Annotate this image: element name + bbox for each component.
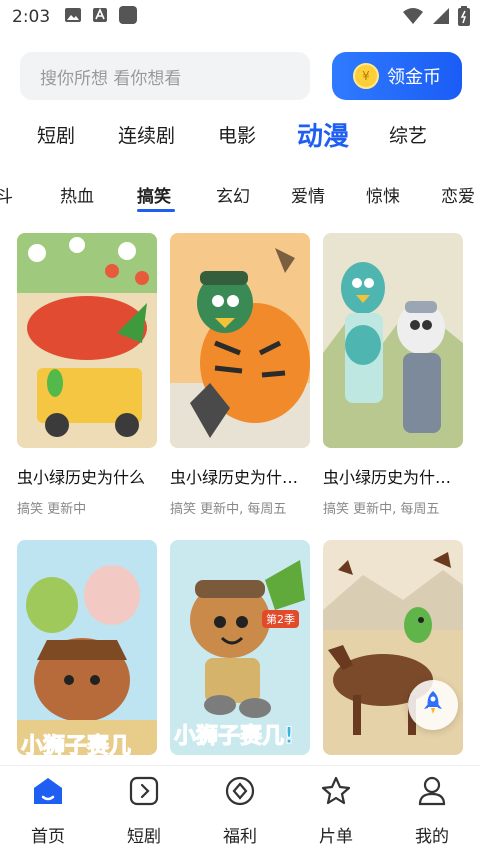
- cover-image: 第2季 小狮子赛几!: [170, 540, 310, 755]
- genre-tab-hot-blood[interactable]: 热血: [60, 182, 94, 207]
- tab-short-drama[interactable]: 短剧: [37, 121, 75, 148]
- cover-image: [323, 233, 463, 448]
- home-icon: [32, 776, 64, 810]
- genre-tab[interactable]: 斗: [0, 182, 13, 207]
- font-icon: [92, 7, 108, 27]
- cover-title-text: 小狮子赛几: [20, 734, 132, 756]
- card-meta: 搞笑 更新中, 每周五: [170, 502, 287, 517]
- video-card[interactable]: 第2季 小狮子赛几!: [170, 540, 310, 781]
- wifi-icon: [402, 7, 424, 29]
- card-meta: 搞笑 更新中, 每周五: [323, 502, 440, 517]
- genre-tab-romance[interactable]: 恋爱: [441, 182, 475, 207]
- video-card[interactable]: 虫小绿历史为什… 搞笑 更新中, 每周五: [170, 233, 310, 517]
- tab-movie[interactable]: 电影: [218, 121, 256, 148]
- claim-coins-label: 领金币: [387, 67, 441, 88]
- cover-image: 小狮子赛几: [17, 540, 157, 755]
- claim-coins-button[interactable]: ¥ 领金币: [332, 52, 462, 100]
- star-icon: [321, 776, 351, 810]
- genre-tab-love[interactable]: 爱情: [291, 182, 325, 207]
- cover-image: [17, 233, 157, 448]
- category-tabs: 短剧 连续剧 电影 动漫 综艺: [0, 112, 480, 156]
- genre-tabs: 斗 热血 搞笑 玄幻 爱情 惊悚 恋爱: [0, 178, 480, 214]
- card-title: 虫小绿历史为什…: [170, 468, 299, 487]
- video-card[interactable]: 虫小绿历史为什… 搞笑 更新中, 每周五: [323, 233, 463, 517]
- gift-icon: [225, 776, 255, 810]
- status-time: 2:03: [12, 7, 51, 27]
- cover-title-text: 小狮子赛几!: [173, 724, 295, 750]
- tab-series[interactable]: 连续剧: [118, 121, 175, 148]
- nav-home-label: 首页: [31, 827, 65, 847]
- genre-tab-fantasy[interactable]: 玄幻: [216, 182, 250, 207]
- card-title: 虫小绿历史为什么: [17, 468, 146, 487]
- bottom-navigation: 首页 短剧 福利 片单 我的: [0, 765, 480, 855]
- nav-playlist[interactable]: 片单: [288, 766, 384, 855]
- card-meta: 搞笑 更新中: [17, 502, 87, 517]
- search-input[interactable]: 搜你所想 看你想看: [20, 52, 310, 100]
- video-card[interactable]: 虫小绿历史为什么 搞笑 更新中: [17, 233, 157, 517]
- nav-welfare[interactable]: 福利: [192, 766, 288, 855]
- nav-playlist-label: 片单: [319, 827, 353, 847]
- cover-image: [170, 233, 310, 448]
- image-icon: [64, 7, 82, 27]
- active-tab-underline: [137, 209, 175, 212]
- play-icon: [129, 776, 159, 810]
- cover-badge: 第2季: [262, 610, 299, 628]
- search-row: 搜你所想 看你想看 ¥ 领金币: [20, 52, 462, 100]
- battery-icon: [458, 6, 470, 30]
- nav-mine-label: 我的: [415, 827, 449, 847]
- video-card[interactable]: [323, 540, 463, 781]
- status-bar: 2:03: [0, 0, 480, 34]
- back-to-top-button[interactable]: [408, 680, 458, 730]
- nav-short-drama-label: 短剧: [127, 827, 161, 847]
- search-placeholder: 搜你所想 看你想看: [40, 68, 182, 89]
- tab-variety[interactable]: 综艺: [389, 121, 427, 148]
- nav-short-drama[interactable]: 短剧: [96, 766, 192, 855]
- tab-anime[interactable]: 动漫: [297, 116, 349, 153]
- card-title: 虫小绿历史为什…: [323, 468, 452, 487]
- signal-icon: [432, 7, 450, 29]
- user-icon: [417, 776, 447, 810]
- rocket-icon: [421, 690, 445, 720]
- genre-tab-thriller[interactable]: 惊悚: [366, 182, 400, 207]
- nav-mine[interactable]: 我的: [384, 766, 480, 855]
- nav-home[interactable]: 首页: [0, 766, 96, 855]
- coin-icon: ¥: [353, 63, 379, 89]
- nav-welfare-label: 福利: [223, 827, 257, 847]
- genre-tab-comedy[interactable]: 搞笑: [137, 182, 171, 207]
- video-card[interactable]: 小狮子赛几: [17, 540, 157, 781]
- app-icon: [118, 5, 138, 29]
